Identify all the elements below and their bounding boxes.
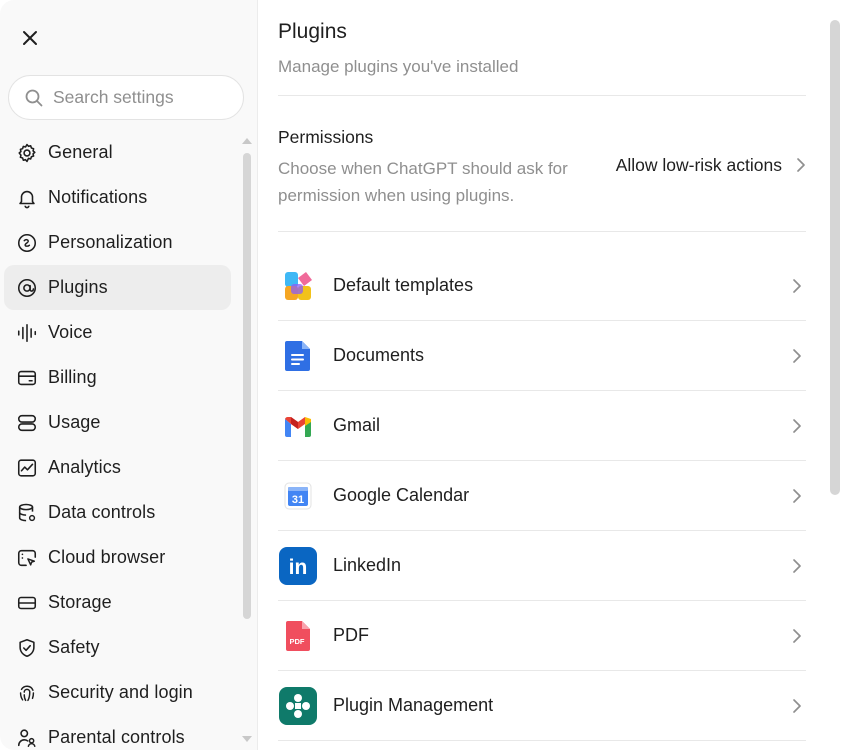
cloud-browser-icon [16, 547, 38, 569]
gear-icon [16, 142, 38, 164]
plugin-name: Gmail [333, 415, 381, 435]
linkedin-logo-text: in [289, 556, 308, 579]
permissions-selector[interactable]: Allow low-risk actions [588, 150, 806, 180]
pdf-icon-text: PDF [290, 637, 305, 646]
gmail-icon [278, 406, 318, 446]
storage-icon [16, 592, 38, 614]
sidebar-item-label: Personalization [48, 232, 173, 252]
sidebar-item-cloud-browser[interactable]: Cloud browser [4, 535, 231, 580]
sidebar-item-label: Parental controls [48, 727, 185, 747]
permissions-value: Allow low-risk actions [615, 154, 782, 175]
calendar-day-text: 31 [292, 494, 304, 506]
sidebar-item-label: Voice [48, 322, 93, 342]
sidebar-item-safety[interactable]: Safety [4, 625, 231, 670]
chevron-right-icon [793, 559, 801, 573]
sidebar-item-label: Data controls [48, 502, 156, 522]
plugin-row-documents[interactable]: Documents [278, 321, 806, 391]
plugin-icon [16, 277, 38, 299]
plugin-name: PDF [333, 625, 369, 645]
scroll-down-arrow-icon[interactable] [242, 736, 252, 742]
sidebar-item-label: Safety [48, 637, 100, 657]
scrollbar-thumb[interactable] [243, 153, 251, 619]
chevron-right-icon [793, 629, 801, 643]
database-icon [16, 502, 38, 524]
main-panel: Plugins Manage plugins you've installed … [258, 0, 845, 750]
search-icon [25, 89, 43, 106]
analytics-icon [16, 457, 38, 479]
sidebar-item-security-login[interactable]: Security and login [4, 670, 231, 715]
parental-icon [16, 727, 38, 749]
sidebar-item-label: General [48, 142, 113, 162]
sidebar-item-usage[interactable]: Usage [4, 400, 231, 445]
permissions-description: Choose when ChatGPT should ask for permi… [278, 159, 568, 205]
sidebar-item-label: Analytics [48, 457, 121, 477]
pdf-icon: PDF [278, 616, 318, 656]
search-box[interactable] [8, 75, 244, 120]
plugin-row-linkedin[interactable]: in LinkedIn [278, 531, 806, 601]
shield-icon [16, 637, 38, 659]
sidebar-item-analytics[interactable]: Analytics [4, 445, 231, 490]
plugin-row-gmail[interactable]: Gmail [278, 391, 806, 461]
close-button[interactable] [16, 24, 44, 52]
sidebar-item-voice[interactable]: Voice [4, 310, 231, 355]
sidebar-item-storage[interactable]: Storage [4, 580, 231, 625]
sidebar-item-plugins[interactable]: Plugins [4, 265, 231, 310]
bell-icon [16, 187, 38, 209]
documents-icon [278, 336, 318, 376]
page-title: Plugins [278, 20, 347, 43]
chevron-right-icon [793, 489, 801, 503]
personalization-icon [16, 232, 38, 254]
chevron-right-icon [793, 349, 801, 363]
card-icon [16, 367, 38, 389]
plugin-row-google-calendar[interactable]: 31 Google Calendar [278, 461, 806, 531]
sidebar-item-label: Plugins [48, 277, 108, 297]
chevron-right-icon [793, 419, 801, 433]
fingerprint-icon [16, 682, 38, 704]
chevron-right-icon [793, 699, 801, 713]
sidebar-item-parental-controls[interactable]: Parental controls [4, 715, 231, 750]
scroll-up-arrow-icon[interactable] [242, 138, 252, 144]
main-scrollbar-thumb[interactable] [830, 20, 840, 495]
plugin-name: Plugin Management [333, 695, 494, 715]
search-input[interactable] [53, 87, 233, 108]
close-icon [23, 31, 37, 45]
sidebar-item-personalization[interactable]: Personalization [4, 220, 231, 265]
settings-window: General Notifications Personalization Pl… [0, 0, 845, 750]
plugin-name: Google Calendar [333, 485, 470, 505]
plugin-name: Documents [333, 345, 425, 365]
sidebar-nav: General Notifications Personalization Pl… [4, 130, 231, 750]
default-templates-icon [278, 266, 318, 306]
sidebar-item-label: Security and login [48, 682, 193, 702]
sidebar-item-label: Cloud browser [48, 547, 166, 567]
sidebar-item-data-controls[interactable]: Data controls [4, 490, 231, 535]
plugin-row-plugin-management[interactable]: Plugin Management [278, 671, 806, 741]
sidebar: General Notifications Personalization Pl… [0, 0, 258, 750]
plugin-management-icon [278, 686, 318, 726]
sidebar-item-notifications[interactable]: Notifications [4, 175, 231, 220]
plugin-name: Default templates [333, 275, 474, 295]
voice-icon [16, 322, 38, 344]
sidebar-item-label: Billing [48, 367, 97, 387]
sidebar-item-label: Notifications [48, 187, 148, 207]
plugin-list: Default templates Documents Gmail 31 Goo… [278, 251, 806, 741]
usage-icon [16, 412, 38, 434]
sidebar-item-general[interactable]: General [4, 130, 231, 175]
permissions-title: Permissions [278, 127, 374, 147]
divider [278, 95, 806, 96]
chevron-right-icon [793, 279, 801, 293]
page-subtitle: Manage plugins you've installed [278, 57, 519, 76]
sidebar-item-label: Usage [48, 412, 101, 432]
plugin-row-pdf[interactable]: PDF PDF [278, 601, 806, 671]
sidebar-scrollbar[interactable] [242, 138, 252, 750]
sidebar-item-label: Storage [48, 592, 112, 612]
plugin-row-default-templates[interactable]: Default templates [278, 251, 806, 321]
chevron-right-icon [797, 158, 805, 172]
sidebar-item-billing[interactable]: Billing [4, 355, 231, 400]
plugin-name: LinkedIn [333, 555, 402, 575]
google-calendar-icon: 31 [278, 476, 318, 516]
divider [278, 231, 806, 232]
linkedin-icon: in [278, 546, 318, 586]
